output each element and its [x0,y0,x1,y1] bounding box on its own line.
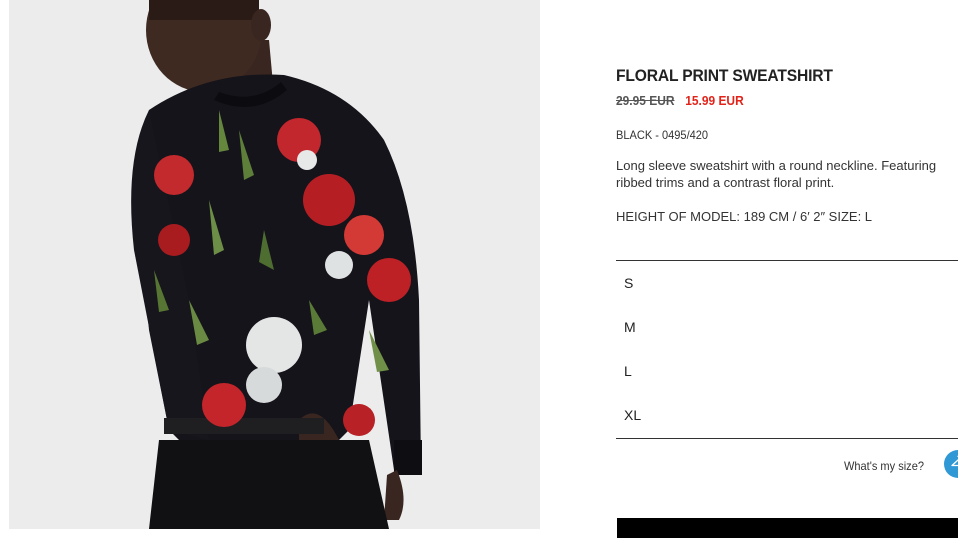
sale-price: 15.99 EUR [685,93,744,108]
size-option-m[interactable]: M [616,305,958,349]
size-label: S [624,275,634,291]
product-info-panel: FLORAL PRINT SWEATSHIRT 29.95 EUR 15.99 … [616,0,958,538]
product-description: Long sleeve sweatshirt with a round neck… [616,158,937,190]
hanger-icon [950,454,958,475]
size-label: M [624,319,636,335]
size-label: L [624,363,632,379]
price-block: 29.95 EUR 15.99 EUR [616,93,744,108]
product-image[interactable] [9,0,540,529]
size-help-button[interactable] [944,450,958,478]
whats-my-size-link[interactable]: What's my size? [844,459,924,473]
old-price: 29.95 EUR [616,93,675,108]
size-help: What's my size? [616,450,958,480]
size-option-xl[interactable]: XL [616,393,958,437]
product-title: FLORAL PRINT SWEATSHIRT [616,66,833,85]
size-list: S M L XL [616,260,958,439]
model-info: HEIGHT OF MODEL: 189 CM / 6′ 2″ SIZE: L [616,209,873,224]
size-label: XL [624,407,642,423]
color-reference: BLACK - 0495/420 [616,128,709,142]
add-to-cart-button[interactable] [617,518,958,538]
size-option-s[interactable]: S [616,261,958,305]
size-option-l[interactable]: L [616,349,958,393]
